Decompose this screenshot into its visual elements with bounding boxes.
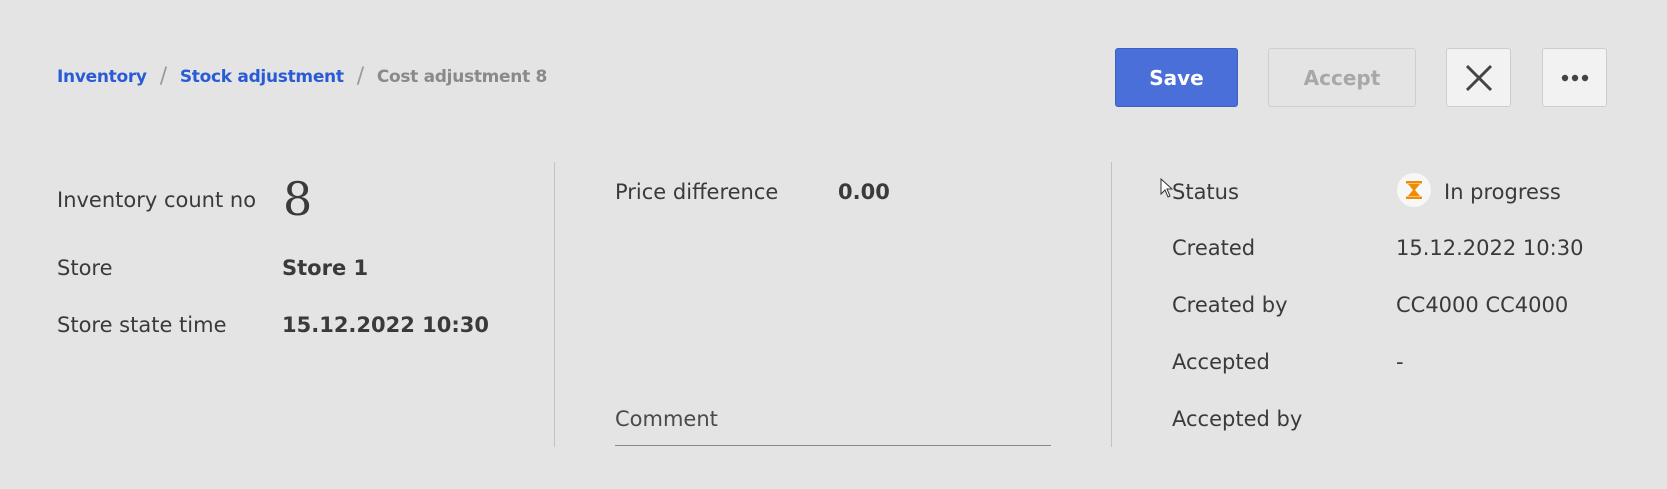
save-button[interactable]: Save [1115, 48, 1238, 107]
created-by-label: Created by [1172, 293, 1288, 317]
comment-underline [615, 445, 1051, 446]
more-options-button[interactable] [1542, 48, 1607, 107]
comment-field[interactable]: Comment [615, 407, 718, 431]
store-state-time-value: 15.12.2022 10:30 [282, 313, 490, 337]
accepted-value: - [1396, 350, 1404, 374]
accepted-label: Accepted [1172, 350, 1270, 374]
close-button[interactable] [1446, 48, 1511, 107]
more-horizontal-icon [1561, 74, 1588, 81]
breadcrumb: Inventory / Stock adjustment / Cost adju… [57, 66, 547, 88]
breadcrumb-separator: / [159, 64, 167, 89]
breadcrumb-separator: / [356, 64, 364, 89]
status-label: Status [1172, 180, 1239, 204]
breadcrumb-link-inventory[interactable]: Inventory [57, 67, 147, 87]
accept-button[interactable]: Accept [1268, 48, 1416, 107]
price-difference-value: 0.00 [838, 180, 890, 204]
store-label: Store [57, 256, 113, 280]
column-divider [1111, 162, 1112, 447]
hourglass-icon [1406, 181, 1422, 199]
status-value: In progress [1444, 180, 1561, 204]
inventory-count-label: Inventory count no [57, 188, 257, 212]
created-label: Created [1172, 236, 1256, 260]
close-icon [1465, 64, 1492, 91]
created-by-value: CC4000 CC4000 [1396, 293, 1569, 317]
price-difference-label: Price difference [615, 180, 779, 204]
status-badge [1397, 173, 1431, 207]
store-value: Store 1 [282, 256, 369, 280]
accepted-by-label: Accepted by [1172, 407, 1303, 431]
column-divider [554, 162, 555, 447]
breadcrumb-current: Cost adjustment 8 [376, 67, 548, 87]
created-value: 15.12.2022 10:30 [1396, 236, 1584, 260]
inventory-count-value: 8 [283, 172, 313, 226]
breadcrumb-link-stock-adjustment[interactable]: Stock adjustment [180, 67, 344, 87]
store-state-time-label: Store state time [57, 313, 227, 337]
